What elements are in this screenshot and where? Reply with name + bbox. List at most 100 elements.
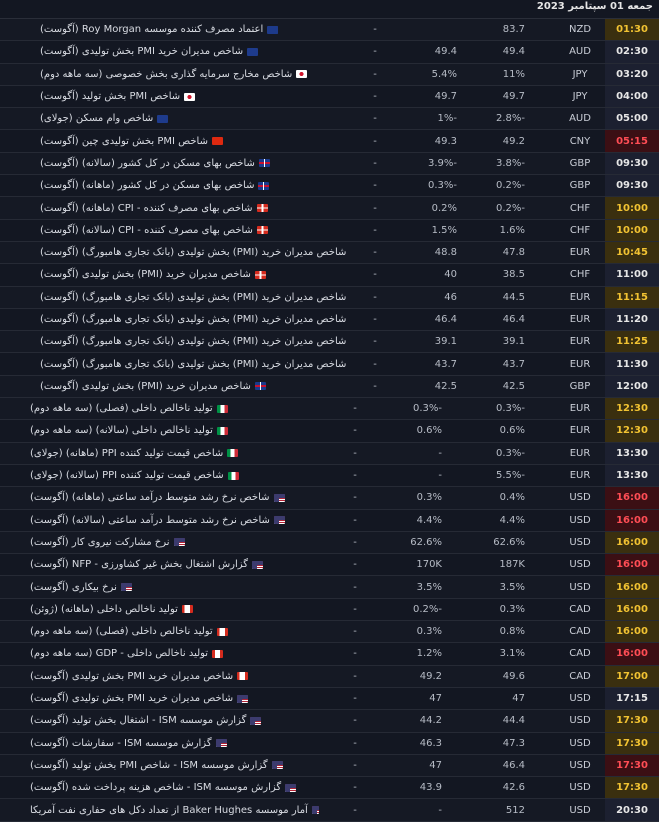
event-row[interactable]: 09:30 GBP 0.2%- 0.3%- - شاخص بهای مسکن در کل … [0,175,659,198]
event-forecast: 49.7 [434,91,457,103]
event-row[interactable]: 17:30 USD 47.3 46.3 - گزارش موسسه ISM - سفارش… [0,732,659,755]
event-currency: EUR [569,291,591,303]
event-row[interactable]: 13:30 EUR 0.3%- - - شاخص قیمت تولید کننده PPI… [0,442,659,465]
event-row[interactable]: 17:30 USD 42.6 43.9 - گزارش موسسه ISM - شاخص … [0,777,659,800]
event-actual: - [353,470,357,482]
event-previous: 1.6% [499,224,525,236]
event-row[interactable]: 11:15 EUR 44.5 46 - شاخص مدیران خرید (PMI) بخ… [0,286,659,309]
event-row[interactable]: 05:00 AUD 2.8%- 1%- - شاخص وام مسکن (جولای) [0,108,659,131]
event-row[interactable]: 16:00 USD 4.4% 4.4% - شاخص نرخ رشد متوسط درآم… [0,509,659,532]
flag-gb-icon [258,159,270,168]
event-row[interactable]: 02:30 AUD 49.4 49.4 - شاخص مدیران خرید PMI بخ… [0,41,659,64]
event-row[interactable]: 16:00 CAD 0.3% 0.2%- - تولید ناخالص داخلی (ما… [0,598,659,622]
event-currency: JPY [572,68,588,80]
event-actual: - [373,314,377,325]
event-actual: - [353,648,357,660]
event-row[interactable]: 17:15 USD 47 47 - شاخص مدیران خرید PMI بخش تو… [0,687,659,711]
event-forecast: 3.5% [416,581,442,593]
flag-ch-icon [254,270,266,279]
event-previous: 0.4% [499,492,525,504]
event-row[interactable]: 11:00 CHF 38.5 40 - شاخص مدیران خرید (PMI) بخ… [0,264,659,287]
event-previous: 47 [512,693,525,705]
event-row[interactable]: 20:30 USD 512 - - آمار موسسه Baker Hughes از … [0,799,659,822]
event-currency: CAD [569,670,591,682]
event-row[interactable]: 16:00 CAD 0.8% 0.3% - تولید ناخالص داخلی (فصل… [0,621,659,644]
event-row[interactable]: 16:00 USD 62.6% 62.6% - نرخ مشارکت نیروی کار … [0,531,659,555]
event-forecast: 42.5 [434,380,457,392]
event-name-cell: شاخص وام مسکن (جولای) [40,108,349,129]
event-row[interactable]: 12:30 EUR 0.6% 0.6% - تولید ناخالص داخلی (سال… [0,420,659,443]
event-name-cell: شاخص مدیران خرید (PMI) بخش تولیدی (بانک … [40,331,349,352]
event-row[interactable]: 17:00 CAD 49.6 49.2 - شاخص مدیران خرید PMI بخ… [0,665,659,688]
event-forecast: 0.2%- [412,603,442,615]
event-forecast: 0.6% [416,425,442,437]
event-row[interactable]: 10:00 CHF 1.6% 1.5% - شاخص بهای مصرف کننده - … [0,219,659,242]
event-row[interactable]: 03:20 JPY 11% 5.4% - شاخص مخارج سرمایه گذاری … [0,63,659,86]
event-forecast: 5.4% [431,68,457,80]
event-actual: - [373,135,377,147]
event-currency: JPY [572,91,588,103]
event-time: 10:00 [605,197,659,219]
event-time: 04:00 [605,85,659,108]
event-time: 11:15 [605,286,659,308]
flag-us-icon [215,739,227,748]
event-previous: 62.6% [493,536,525,548]
event-row[interactable]: 16:00 USD 3.5% 3.5% - نرخ بیکاری (آگوست) [0,576,659,599]
event-previous: 512 [505,804,525,816]
event-previous: 47.3 [502,737,525,749]
flag-ca-icon [237,672,249,681]
event-row[interactable]: 16:00 USD 187K 170K - گزارش اشتغال بخش غیر کش… [0,554,659,577]
event-row[interactable]: 12:30 EUR 0.3%- 0.3%- - تولید ناخالص داخلی (ف… [0,398,659,421]
event-row[interactable]: 13:30 EUR 5.5%- - - شاخص قیمت تولید کننده PPI… [0,464,659,488]
event-row[interactable]: 12:00 GBP 42.5 42.5 - شاخص مدیران خرید (PMI) … [0,375,659,399]
event-actual: - [353,737,357,749]
event-row[interactable]: 01:30 NZD 83.7 - اعتماد مصرف کننده موسسه Roy… [0,19,659,42]
event-name-cell: تولید ناخالص داخلی (فصلی) (سه ماهه دوم) [30,621,319,642]
event-name: آمار موسسه Baker Hughes از تعداد دکل های… [30,804,308,816]
event-row[interactable]: 05:15 CNY 49.2 49.3 - شاخص PMI بخش تولیدی چین… [0,130,659,153]
event-currency: USD [569,581,591,593]
event-name-cell: شاخص مخارج سرمایه گذاری بخش خصوصی (سه ما… [40,64,349,85]
event-actual: - [373,46,377,58]
event-actual: - [373,380,377,392]
event-time: 16:00 [605,643,659,665]
event-actual: - [353,425,357,437]
event-actual: - [353,804,357,816]
event-name: شاخص مخارج سرمایه گذاری بخش خصوصی (سه ما… [40,68,293,80]
event-name: شاخص بهای مصرف کننده - CPI (سالانه) (آگو… [40,224,253,236]
flag-gb-icon [254,382,266,391]
event-time: 16:00 [605,576,659,598]
event-row[interactable]: 17:30 USD 46.4 47 - گزارش موسسه ISM - شاخص PM… [0,754,659,778]
event-row[interactable]: 16:00 USD 0.4% 0.3% - شاخص نرخ رشد متوسط درآم… [0,487,659,510]
event-forecast: 48.8 [434,247,457,259]
event-actual: - [353,492,357,504]
event-row[interactable]: 10:00 CHF 0.2%- 0.2% - شاخص بهای مصرف کننده -… [0,197,659,220]
event-time: 16:00 [605,509,659,531]
event-forecast [407,19,457,40]
event-row[interactable]: 16:00 CAD 3.1% 1.2% - تولید ناخالص داخلی - GD… [0,643,659,666]
event-row[interactable]: 11:25 EUR 39.1 39.1 - شاخص مدیران خرید (PMI) … [0,331,659,354]
event-time: 11:20 [605,308,659,331]
event-forecast: 1%- [437,113,457,125]
event-row[interactable]: 04:00 JPY 49.7 49.7 - شاخص PMI بخش تولید (آگو… [0,85,659,109]
event-row[interactable]: 09:30 GBP 3.8%- 3.9%- - شاخص بهای مسکن در کل … [0,152,659,176]
event-forecast: 1.2% [416,648,442,660]
event-row[interactable]: 17:30 USD 44.4 44.2 - گزارش موسسه ISM - اشتغا… [0,710,659,733]
event-previous: 47.8 [502,247,525,259]
event-name-cell: گزارش موسسه ISM - شاخص PMI بخش تولید (آگ… [30,755,319,776]
event-row[interactable]: 10:45 EUR 47.8 48.8 - شاخص مدیران خرید (PMI) … [0,241,659,265]
event-currency: USD [569,514,591,526]
event-name: گزارش موسسه ISM - شاخص PMI بخش تولید (آگ… [30,759,268,771]
event-forecast: 43.7 [434,358,457,370]
event-currency: AUD [569,46,591,58]
event-row[interactable]: 11:30 EUR 43.7 43.7 - شاخص مدیران خرید (PMI) … [0,353,659,376]
flag-au-icon [247,47,259,56]
event-name-cell: شاخص مدیران خرید (PMI) بخش تولیدی (آگوست… [40,376,349,397]
event-time: 16:00 [605,621,659,643]
event-time: 17:00 [605,665,659,687]
event-forecast: 1.5% [431,224,457,236]
event-name-cell: شاخص مدیران خرید (PMI) بخش تولیدی (بانک … [40,353,349,374]
event-row[interactable]: 11:20 EUR 46.4 46.4 - شاخص مدیران خرید (PMI) … [0,308,659,332]
event-time: 05:15 [605,130,659,152]
event-forecast: - [438,447,442,459]
